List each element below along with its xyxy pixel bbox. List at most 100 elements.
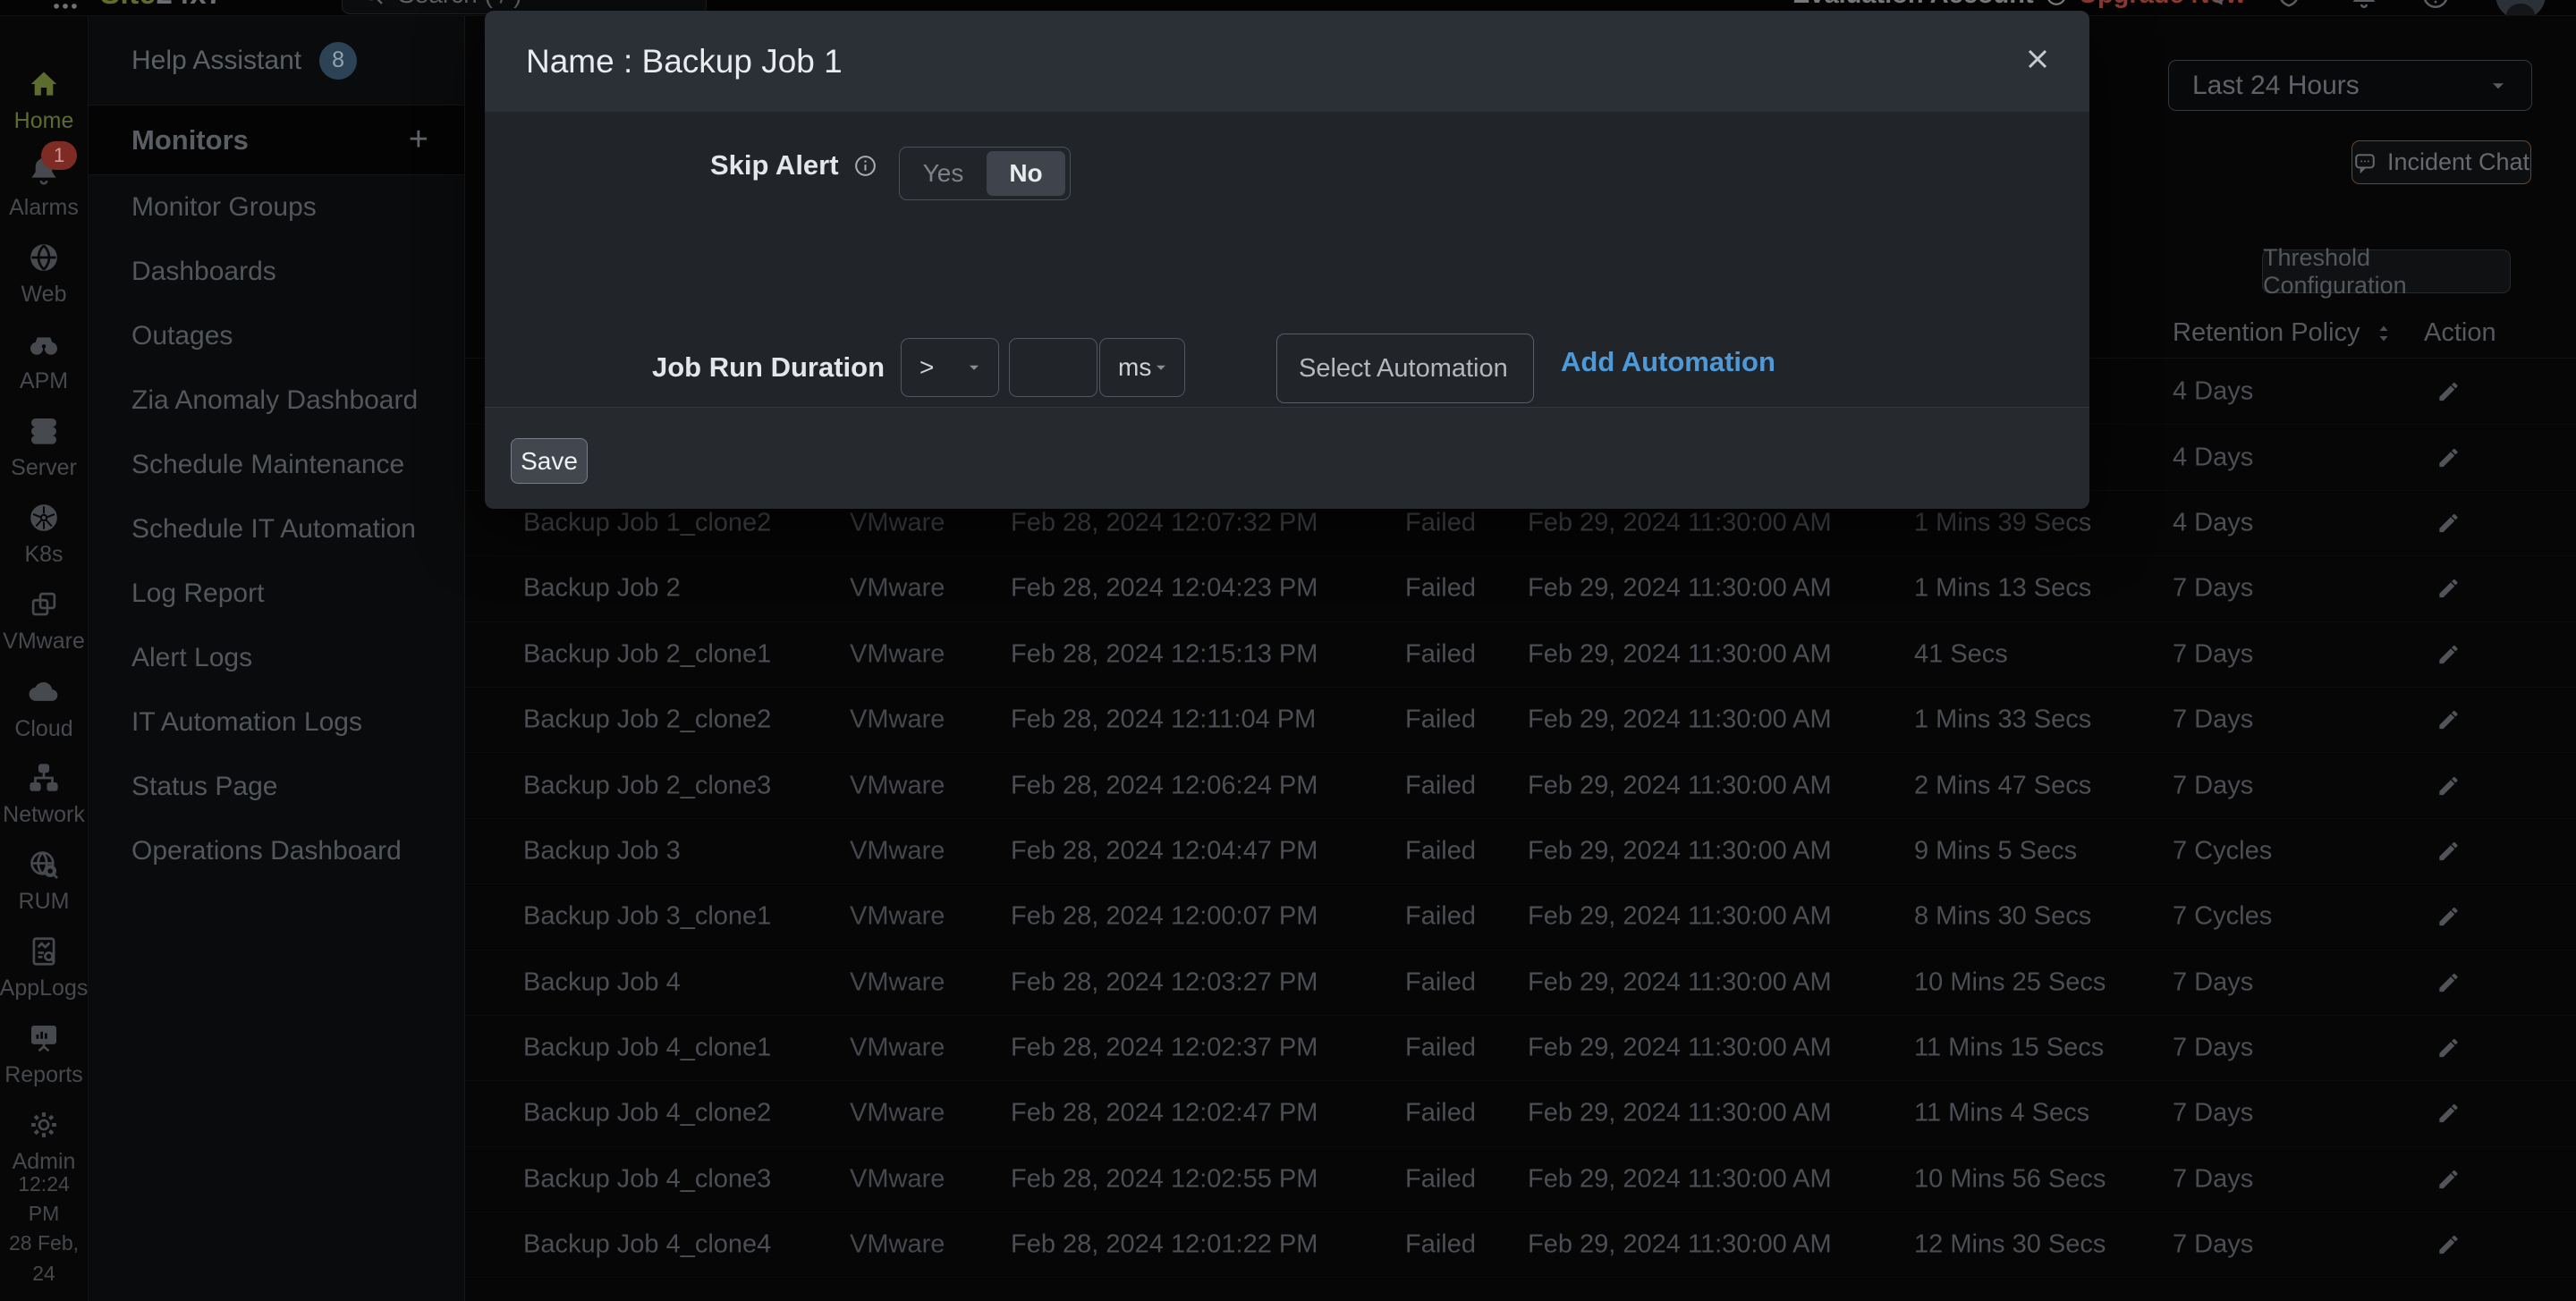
- table-row[interactable]: Backup Job 3 VMware Feb 28, 2024 12:04:4…: [465, 819, 2576, 884]
- table-row[interactable]: Backup Job 3_clone1 VMware Feb 28, 2024 …: [465, 884, 2576, 950]
- edit-pencil-icon[interactable]: [2436, 1102, 2461, 1126]
- cell-status: Failed: [1405, 705, 1476, 735]
- table-row[interactable]: Backup Job 4 VMware Feb 28, 2024 12:03:2…: [465, 950, 2576, 1016]
- cell-retention-policy: 7 Days: [2173, 1230, 2253, 1260]
- modal-title: Name : Backup Job 1: [526, 43, 843, 80]
- cell-next-run: Feb 29, 2024 11:30:00 AM: [1528, 1034, 1832, 1063]
- skip-alert-yes-option[interactable]: Yes: [900, 159, 987, 188]
- rail-item-apm[interactable]: APM: [0, 317, 88, 404]
- skip-alert-toggle[interactable]: Yes No: [899, 147, 1071, 200]
- cell-type: VMware: [850, 967, 945, 997]
- notifications-bell-icon[interactable]: [2349, 0, 2379, 11]
- cell-retention-policy: 7 Days: [2173, 574, 2253, 604]
- announcements-icon[interactable]: [2202, 0, 2233, 11]
- site24x7-logo[interactable]: Site24x7: [100, 0, 224, 11]
- edit-pencil-icon[interactable]: [2436, 642, 2461, 666]
- account-menu[interactable]: Evaluation Account: [1792, 0, 2068, 10]
- sidebar-item-monitor-groups[interactable]: Monitor Groups: [89, 175, 464, 240]
- cell-type: VMware: [850, 1099, 945, 1128]
- sidebar-item-dashboards[interactable]: Dashboards: [89, 240, 464, 304]
- sort-icon[interactable]: [2373, 323, 2394, 344]
- duration-value-input[interactable]: [1009, 338, 1097, 397]
- edit-pencil-icon[interactable]: [2436, 773, 2461, 798]
- rail-item-reports[interactable]: Reports: [0, 1011, 88, 1098]
- cell-retention-policy: 7 Days: [2173, 639, 2253, 669]
- cell-last-run: Feb 28, 2024 12:04:47 PM: [1011, 836, 1318, 866]
- edit-pencil-icon[interactable]: [2436, 1036, 2461, 1060]
- table-row[interactable]: Backup Job 2_clone3 VMware Feb 28, 2024 …: [465, 753, 2576, 818]
- duration-unit-select[interactable]: ms: [1099, 338, 1185, 397]
- column-header-retention-policy[interactable]: Retention Policy: [2173, 318, 2394, 348]
- table-row[interactable]: Backup Job 2 VMware Feb 28, 2024 12:04:2…: [465, 556, 2576, 621]
- edit-pencil-icon[interactable]: [2436, 577, 2461, 601]
- save-button[interactable]: Save: [511, 438, 588, 484]
- rail-item-vmware[interactable]: VMware: [0, 578, 88, 664]
- rail-item-cloud[interactable]: Cloud: [0, 664, 88, 751]
- cell-status: Failed: [1405, 639, 1476, 669]
- rail-item-network[interactable]: Network: [0, 751, 88, 838]
- select-automation-field[interactable]: Select Automation: [1276, 334, 1534, 403]
- close-icon[interactable]: [2021, 43, 2054, 75]
- edit-pencil-icon[interactable]: [2436, 708, 2461, 732]
- edit-pencil-icon[interactable]: [2436, 905, 2461, 929]
- shield-icon[interactable]: [2274, 0, 2304, 11]
- rail-item-rum[interactable]: RUM: [0, 838, 88, 925]
- sidebar-item-schedule-maintenance[interactable]: Schedule Maintenance: [89, 433, 464, 497]
- cell-duration: 41 Secs: [1914, 639, 2008, 669]
- edit-pencil-icon[interactable]: [2436, 380, 2461, 404]
- clock-time: 12:24 PM: [0, 1170, 88, 1229]
- help-icon[interactable]: [2420, 0, 2451, 11]
- info-icon[interactable]: [853, 154, 877, 178]
- cell-next-run: Feb 29, 2024 11:30:00 AM: [1528, 639, 1832, 669]
- sidebar-item-status-page[interactable]: Status Page: [89, 755, 464, 819]
- cell-next-run: Feb 29, 2024 11:30:00 AM: [1528, 967, 1832, 997]
- sidebar-item-schedule-it-automation[interactable]: Schedule IT Automation: [89, 497, 464, 562]
- sidebar-item-operations-dashboard[interactable]: Operations Dashboard: [89, 819, 464, 883]
- app-grid-icon[interactable]: [50, 0, 80, 13]
- sidebar-item-it-automation-logs[interactable]: IT Automation Logs: [89, 690, 464, 755]
- cell-last-run: Feb 28, 2024 12:06:24 PM: [1011, 771, 1318, 800]
- incident-chat-button[interactable]: Incident Chat: [2351, 140, 2531, 184]
- rail-item-alarms[interactable]: 1 Alarms: [0, 144, 88, 231]
- edit-pencil-icon[interactable]: [2436, 445, 2461, 469]
- sidebar-item-help-assistant[interactable]: Help Assistant 8: [89, 16, 464, 106]
- sidebar-item-log-report[interactable]: Log Report: [89, 562, 464, 626]
- rail-item-k8s[interactable]: K8s: [0, 491, 88, 578]
- duration-operator-select[interactable]: >: [901, 338, 999, 397]
- cell-next-run: Feb 29, 2024 11:30:00 AM: [1528, 574, 1832, 604]
- cell-type: VMware: [850, 639, 945, 669]
- rail-item-applogs[interactable]: AppLogs: [0, 925, 88, 1011]
- cell-status: Failed: [1405, 1164, 1476, 1194]
- cell-retention-policy: 7 Cycles: [2173, 836, 2272, 866]
- sidebar-item-outages[interactable]: Outages: [89, 304, 464, 368]
- add-automation-link[interactable]: Add Automation: [1561, 346, 1775, 378]
- edit-pencil-icon[interactable]: [2436, 511, 2461, 535]
- time-range-dropdown[interactable]: Last 24 Hours: [2168, 60, 2532, 111]
- table-row[interactable]: Backup Job 4_clone1 VMware Feb 28, 2024 …: [465, 1016, 2576, 1081]
- rail-item-web[interactable]: Web: [0, 231, 88, 317]
- sidebar-item-zia-anomaly-dashboard[interactable]: Zia Anomaly Dashboard: [89, 368, 464, 433]
- rail-item-home[interactable]: Home: [0, 57, 88, 144]
- edit-pencil-icon[interactable]: [2436, 839, 2461, 863]
- rail-item-server[interactable]: Server: [0, 404, 88, 491]
- modal-footer: Save: [485, 407, 2089, 509]
- table-row[interactable]: Backup Job 2_clone1 VMware Feb 28, 2024 …: [465, 622, 2576, 688]
- table-row[interactable]: Backup Job 4_clone3 VMware Feb 28, 2024 …: [465, 1147, 2576, 1212]
- cell-status: Failed: [1405, 902, 1476, 932]
- table-row[interactable]: Backup Job 4_clone4 VMware Feb 28, 2024 …: [465, 1212, 2576, 1278]
- edit-pencil-icon[interactable]: [2436, 1233, 2461, 1257]
- cell-job-name: Backup Job 1_clone2: [523, 508, 771, 537]
- edit-pencil-icon[interactable]: [2436, 1167, 2461, 1191]
- user-avatar[interactable]: [2496, 0, 2546, 16]
- skip-alert-no-option[interactable]: No: [987, 151, 1065, 196]
- add-monitor-icon[interactable]: +: [409, 121, 428, 159]
- cell-status: Failed: [1405, 574, 1476, 604]
- table-row[interactable]: Backup Job 4_clone2 VMware Feb 28, 2024 …: [465, 1081, 2576, 1146]
- cell-retention-policy: 7 Days: [2173, 1164, 2253, 1194]
- sidebar-item-monitors[interactable]: Monitors +: [89, 106, 464, 175]
- sidebar-item-alert-logs[interactable]: Alert Logs: [89, 626, 464, 690]
- threshold-configuration-button[interactable]: Threshold Configuration: [2262, 249, 2511, 293]
- table-row[interactable]: Backup Job 2_clone2 VMware Feb 28, 2024 …: [465, 688, 2576, 753]
- cell-duration: 1 Mins 13 Secs: [1914, 574, 2091, 604]
- edit-pencil-icon[interactable]: [2436, 970, 2461, 994]
